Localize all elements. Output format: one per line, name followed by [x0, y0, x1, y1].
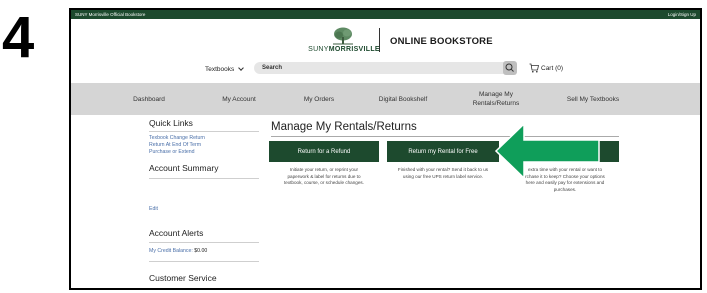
- step-number: 4: [2, 5, 35, 70]
- return-rental-free-button[interactable]: Return my Rental for Free: [387, 141, 499, 162]
- sidebar-link-purchase-extend[interactable]: Purchase or Extend: [149, 149, 195, 155]
- sidebar-link-end-of-term[interactable]: Return At End Of Term: [149, 142, 201, 148]
- return-refund-button[interactable]: Return for a Refund: [269, 141, 379, 162]
- nav-my-orders[interactable]: My Orders: [289, 83, 349, 115]
- store-name-link[interactable]: SUNY Morrisville Official Bookstore: [75, 10, 145, 19]
- return-refund-description: Initiate your return, or reprint your pa…: [269, 167, 379, 187]
- nav-sell-textbooks[interactable]: Sell My Textbooks: [558, 83, 628, 115]
- credit-balance: My Credit Balance: $0.00: [149, 248, 207, 254]
- account-summary-heading: Account Summary: [149, 163, 219, 173]
- description-line: Finished with your rental? Send it back …: [397, 167, 489, 172]
- return-rental-free-description: Finished with your rental? Send it back …: [383, 167, 503, 180]
- cart-label: Cart (0): [541, 65, 564, 72]
- search-input[interactable]: Search: [254, 62, 514, 74]
- cart-icon: [529, 63, 539, 73]
- login-signup-link[interactable]: Login/Sign Up: [668, 10, 696, 19]
- university-logo[interactable]: SUNYMORRISVILLE: [299, 27, 389, 59]
- main-nav: Dashboard My Account My Orders Digital B…: [71, 83, 700, 115]
- textbooks-label: Textbooks: [205, 66, 235, 73]
- browser-frame: SUNY Morrisville Official Bookstore Logi…: [69, 8, 702, 290]
- store-title: ONLINE BOOKSTORE: [390, 36, 493, 47]
- divider: [149, 131, 259, 132]
- customer-service-heading: Customer Service: [149, 273, 217, 283]
- nav-my-account[interactable]: My Account: [209, 83, 269, 115]
- logo-wordmark: SUNYMORRISVILLE: [299, 46, 389, 53]
- credit-balance-value: $0.00: [194, 248, 208, 254]
- divider: [149, 261, 259, 262]
- nav-digital-bookshelf[interactable]: Digital Bookshelf: [367, 83, 439, 115]
- search-icon: [505, 63, 514, 72]
- logo-name: MORRISVILLE: [328, 46, 380, 53]
- chevron-down-icon: [238, 65, 244, 71]
- nav-dashboard[interactable]: Dashboard: [119, 83, 179, 115]
- description-line: purchases.: [553, 186, 577, 192]
- nav-manage-rentals[interactable]: Manage My Rentals/Returns: [464, 83, 528, 115]
- sidebar-link-change-return[interactable]: Texbook Change Return: [149, 135, 205, 141]
- divider: [149, 242, 259, 243]
- quick-links-heading: Quick Links: [149, 118, 193, 128]
- search-button[interactable]: [503, 61, 517, 75]
- account-alerts-heading: Account Alerts: [149, 228, 204, 238]
- credit-balance-label: My Credit Balance:: [149, 248, 193, 254]
- description-line: textbook, course, or schedule changes.: [284, 180, 364, 185]
- tree-emblem-icon: [333, 27, 353, 45]
- divider: [149, 178, 259, 179]
- logo-prefix: SUNY: [308, 46, 329, 53]
- textbooks-dropdown[interactable]: Textbooks: [205, 65, 244, 73]
- pointer-arrow-icon: [495, 123, 600, 179]
- description-line: using our free UPS return label service.: [402, 173, 484, 179]
- page-title: Manage My Rentals/Returns: [271, 121, 417, 133]
- header-divider: [379, 28, 380, 52]
- edit-link[interactable]: Edit: [149, 206, 158, 212]
- description-line: here and easily pay for extensions and: [525, 180, 605, 185]
- top-bar: SUNY Morrisville Official Bookstore Logi…: [71, 10, 700, 19]
